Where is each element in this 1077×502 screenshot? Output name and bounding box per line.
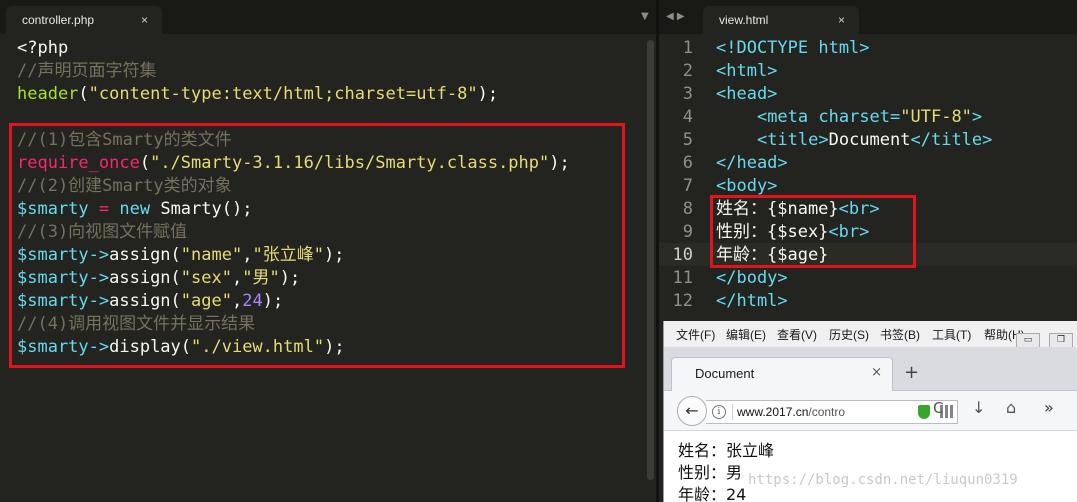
- close-icon[interactable]: ×: [871, 365, 882, 380]
- code-line[interactable]: <meta charset="UTF-8">: [716, 106, 982, 129]
- browser-tabstrip: Document × +: [664, 347, 1077, 391]
- code-token: </title>: [910, 130, 993, 150]
- code-line[interactable]: <title>Document</title>: [716, 129, 992, 152]
- reload-icon[interactable]: C: [933, 399, 943, 417]
- line-number: 10: [672, 245, 693, 265]
- line-number: 8: [682, 199, 693, 219]
- tab-controller-php[interactable]: controller.php ×: [6, 6, 162, 34]
- tab-nav-arrows-icon[interactable]: ◀ ▶: [666, 11, 685, 22]
- chevron-down-icon[interactable]: ▼: [641, 11, 649, 22]
- code-token: "UTF-8": [900, 107, 972, 127]
- browser-tab[interactable]: Document ×: [671, 357, 893, 391]
- line-number: 9: [682, 222, 693, 242]
- code-token: <title>: [756, 130, 829, 150]
- url-host: www.2017.cn: [737, 405, 809, 419]
- code-token: <meta: [756, 107, 819, 127]
- back-button[interactable]: ←: [677, 396, 707, 426]
- right-tabbar: ◀ ▶ view.html ×: [659, 0, 1077, 34]
- output-sex: 性别：男: [678, 463, 743, 482]
- close-icon[interactable]: ×: [838, 6, 845, 34]
- output-name: 姓名：张立峰: [678, 441, 775, 460]
- menu-item[interactable]: 文件(F): [676, 326, 715, 343]
- menu-item[interactable]: 书签(B): [880, 326, 920, 343]
- url-separator: [732, 404, 733, 420]
- line-number: 4: [682, 107, 693, 127]
- line-number: 12: [672, 291, 693, 311]
- code-token: </html>: [716, 291, 788, 311]
- code-token: );: [477, 84, 499, 104]
- code-token: <?php: [17, 38, 69, 58]
- tab-view-html[interactable]: view.html ×: [703, 6, 859, 34]
- highlight-box-php: [9, 123, 625, 368]
- code-token: (: [78, 84, 89, 104]
- code-token: <html>: [716, 61, 778, 81]
- tab-title: controller.php: [22, 13, 95, 27]
- line-number: 3: [682, 84, 693, 104]
- line-number: 6: [682, 153, 693, 173]
- menu-item[interactable]: 查看(V): [777, 326, 817, 343]
- download-icon[interactable]: ↓: [972, 398, 985, 417]
- highlight-box-html: [710, 195, 916, 268]
- code-line[interactable]: //声明页面字符集: [17, 60, 156, 83]
- line-number: 7: [682, 176, 693, 196]
- scrollbar[interactable]: [645, 34, 656, 502]
- line-number: 5: [682, 130, 693, 150]
- code-token: <!DOCTYPE html>: [716, 38, 870, 58]
- code-token: <body>: [716, 176, 778, 196]
- line-number: 1: [682, 38, 693, 58]
- url-text[interactable]: www.2017.cn/contro: [737, 405, 845, 419]
- overflow-menu-icon[interactable]: »: [1044, 398, 1054, 417]
- browser-tab-title: Document: [695, 366, 755, 381]
- code-token: </head>: [716, 153, 788, 173]
- restore-icon[interactable]: ❐: [1049, 333, 1073, 348]
- line-number: 11: [672, 268, 693, 288]
- info-icon[interactable]: i: [712, 405, 726, 419]
- code-token: >: [971, 107, 983, 127]
- tab-title: view.html: [719, 13, 769, 27]
- code-line[interactable]: header("content-type:text/html;charset=u…: [17, 83, 498, 106]
- code-token: "content-type:text/html;charset=utf-8": [88, 84, 478, 104]
- code-line[interactable]: <head>: [716, 83, 777, 106]
- minimize-icon[interactable]: ▭: [1016, 333, 1040, 348]
- address-bar[interactable]: i www.2017.cn/contro: [706, 400, 958, 424]
- code-token: <head>: [716, 84, 778, 104]
- home-icon[interactable]: ⌂: [1006, 398, 1016, 417]
- menu-item[interactable]: 编辑(E): [726, 326, 766, 343]
- code-token: </body>: [716, 268, 788, 288]
- code-line[interactable]: </body>: [716, 267, 788, 290]
- shield-icon[interactable]: [918, 405, 930, 419]
- url-path: /contro: [808, 405, 846, 419]
- code-line[interactable]: <html>: [716, 60, 777, 83]
- code-token: Document: [828, 130, 911, 150]
- browser-content: 姓名：张立峰 性别：男 年龄：24: [664, 431, 1077, 502]
- close-icon[interactable]: ×: [141, 6, 148, 34]
- code-line[interactable]: </head>: [716, 152, 788, 175]
- output-age: 年龄：24: [678, 485, 747, 502]
- code-token: header: [17, 84, 79, 104]
- code-token: charset=: [818, 107, 901, 127]
- left-tabbar: controller.php × ▼: [0, 0, 656, 34]
- scrollbar-thumb[interactable]: [647, 40, 654, 480]
- code-line[interactable]: <?php: [17, 37, 68, 60]
- menu-item[interactable]: 历史(S): [829, 326, 869, 343]
- line-number: 2: [682, 61, 693, 81]
- code-token: //声明页面字符集: [17, 61, 157, 81]
- code-line[interactable]: </html>: [716, 290, 788, 313]
- menu-item[interactable]: 工具(T): [932, 326, 971, 343]
- watermark: https://blog.csdn.net/liuqun0319: [748, 472, 1018, 488]
- new-tab-icon[interactable]: +: [904, 362, 919, 383]
- code-line[interactable]: <!DOCTYPE html>: [716, 37, 870, 60]
- browser-navbar: i www.2017.cn/contro ← C ↓ ⌂ »: [664, 391, 1077, 431]
